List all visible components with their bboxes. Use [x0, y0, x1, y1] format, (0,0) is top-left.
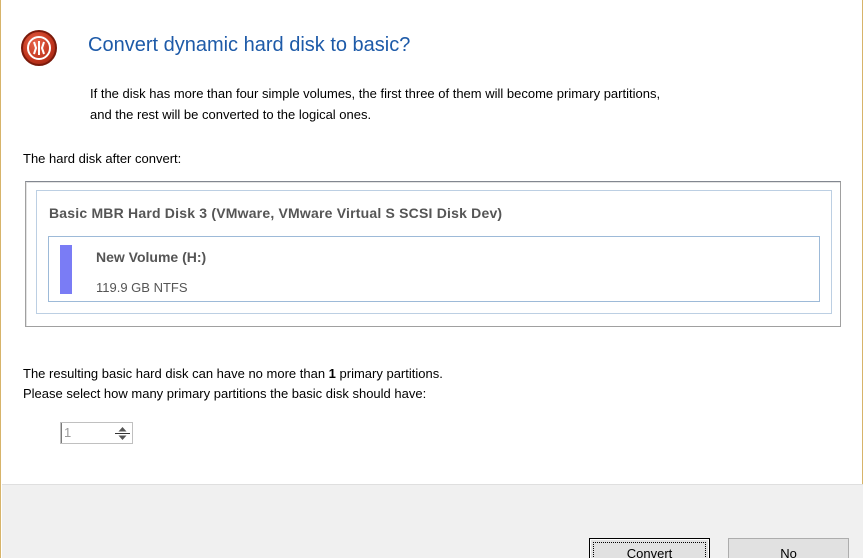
- volume-name: New Volume (H:): [96, 249, 207, 265]
- limit-max-value: 1: [328, 366, 336, 381]
- disk-title: Basic MBR Hard Disk 3 (VMware, VMware Vi…: [49, 205, 503, 221]
- no-button[interactable]: No: [728, 538, 849, 558]
- partition-prompt: Please select how many primary partition…: [23, 386, 427, 401]
- dialog-frame: Convert dynamic hard disk to basic? If t…: [0, 0, 863, 558]
- no-button-label: No: [780, 546, 797, 558]
- spinner-value: 1: [64, 425, 72, 440]
- volume-item[interactable]: New Volume (H:) 119.9 GB NTFS: [48, 236, 820, 302]
- limit-text-before: The resulting basic hard disk can have n…: [23, 366, 329, 381]
- partition-limit-text: The resulting basic hard disk can have n…: [23, 364, 443, 404]
- spinner-buttons: [115, 424, 130, 442]
- focus-rect: [593, 542, 706, 558]
- volume-color-swatch: [60, 245, 72, 294]
- disk-section-label: The hard disk after convert:: [23, 151, 182, 166]
- dialog-title: Convert dynamic hard disk to basic?: [88, 34, 411, 56]
- partition-limit-line: The resulting basic hard disk can have n…: [23, 364, 443, 384]
- disk-preview-panel: Basic MBR Hard Disk 3 (VMware, VMware Vi…: [25, 181, 841, 327]
- description-line-2: and the rest will be converted to the lo…: [90, 107, 372, 122]
- spin-up-button[interactable]: [115, 424, 130, 433]
- convert-button[interactable]: Convert: [589, 538, 710, 558]
- volume-info: 119.9 GB NTFS: [96, 280, 188, 295]
- dialog-description: If the disk has more than four simple vo…: [90, 83, 850, 125]
- spinner-left-border: [61, 423, 62, 443]
- arrow-up-icon: [118, 426, 127, 431]
- limit-text-after: primary partitions.: [335, 366, 443, 381]
- disk-card[interactable]: Basic MBR Hard Disk 3 (VMware, VMware Vi…: [36, 190, 832, 314]
- partition-count-spinner[interactable]: 1: [60, 422, 133, 444]
- description-line-1: If the disk has more than four simple vo…: [90, 86, 661, 101]
- spin-down-button[interactable]: [115, 433, 130, 442]
- dialog-footer: Convert No: [2, 484, 863, 558]
- arrow-down-icon: [118, 435, 127, 440]
- app-warning-icon: [21, 30, 57, 66]
